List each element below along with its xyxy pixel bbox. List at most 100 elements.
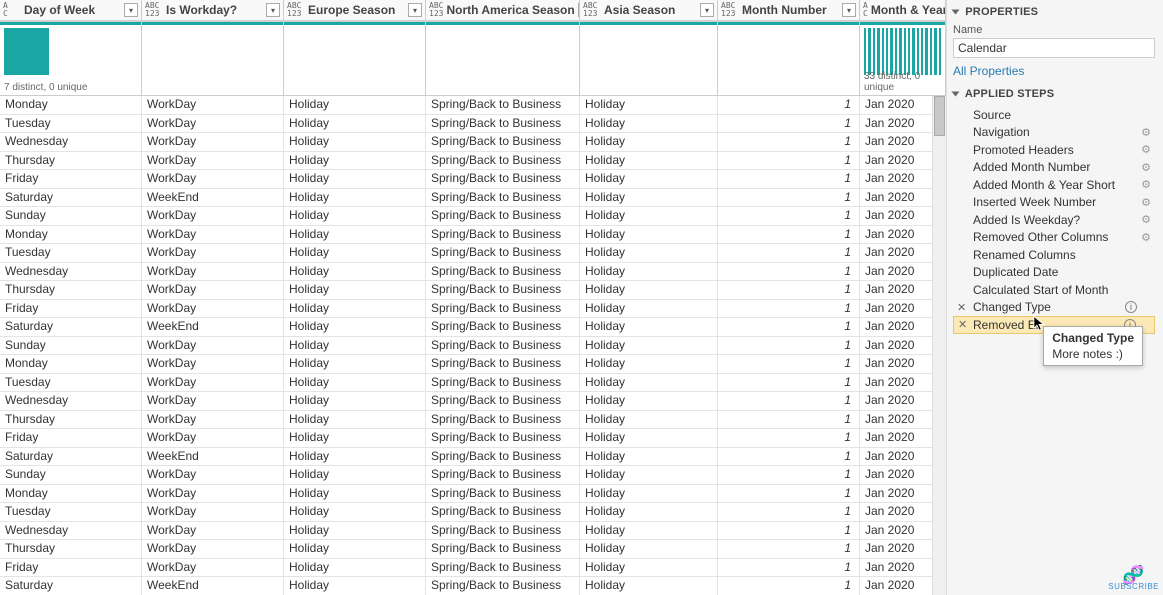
datatype-icon[interactable]: AC [863,2,868,18]
table-cell[interactable]: Tuesday [0,503,142,521]
table-cell[interactable]: Holiday [284,115,426,133]
table-cell[interactable]: Holiday [580,522,718,540]
table-cell[interactable]: Spring/Back to Business [426,189,580,207]
table-cell[interactable]: 1 [718,96,860,114]
datatype-icon[interactable]: ABC123 [429,2,443,18]
table-row[interactable]: SaturdayWeekEndHolidaySpring/Back to Bus… [0,189,946,208]
table-cell[interactable]: Holiday [284,411,426,429]
table-cell[interactable]: Spring/Back to Business [426,96,580,114]
delete-step-icon[interactable]: ✕ [957,301,966,314]
table-cell[interactable]: Holiday [284,170,426,188]
table-cell[interactable]: Spring/Back to Business [426,466,580,484]
table-cell[interactable]: 1 [718,540,860,558]
table-row[interactable]: ThursdayWorkDayHolidaySpring/Back to Bus… [0,411,946,430]
table-cell[interactable]: WorkDay [142,411,284,429]
table-cell[interactable]: Holiday [284,152,426,170]
table-row[interactable]: MondayWorkDayHolidaySpring/Back to Busin… [0,355,946,374]
table-cell[interactable]: 1 [718,577,860,595]
table-cell[interactable]: Sunday [0,207,142,225]
column-header[interactable]: ACMonth & Year▾ [860,0,946,20]
table-cell[interactable]: Holiday [284,559,426,577]
table-cell[interactable]: Spring/Back to Business [426,429,580,447]
table-cell[interactable]: Spring/Back to Business [426,503,580,521]
datatype-icon[interactable]: ABC123 [287,2,305,18]
table-cell[interactable]: WorkDay [142,281,284,299]
table-cell[interactable]: Holiday [580,540,718,558]
table-cell[interactable]: Sunday [0,466,142,484]
table-cell[interactable]: Sunday [0,337,142,355]
table-row[interactable]: ThursdayWorkDayHolidaySpring/Back to Bus… [0,540,946,559]
table-cell[interactable]: WorkDay [142,559,284,577]
table-cell[interactable]: Spring/Back to Business [426,392,580,410]
table-cell[interactable]: Holiday [580,207,718,225]
gear-icon[interactable]: ⚙ [1141,178,1151,191]
table-cell[interactable]: Holiday [580,170,718,188]
table-row[interactable]: SaturdayWeekEndHolidaySpring/Back to Bus… [0,448,946,467]
table-cell[interactable]: 1 [718,244,860,262]
table-cell[interactable]: WorkDay [142,133,284,151]
table-cell[interactable]: Monday [0,485,142,503]
table-cell[interactable]: Holiday [284,318,426,336]
applied-step[interactable]: ✕Inserted Week Number⚙ [953,194,1155,212]
applied-step[interactable]: ✕Promoted Headers⚙ [953,141,1155,159]
applied-step[interactable]: ✕Duplicated Date [953,264,1155,282]
table-cell[interactable]: Holiday [580,263,718,281]
table-cell[interactable]: 1 [718,337,860,355]
table-cell[interactable]: 1 [718,392,860,410]
table-cell[interactable]: 1 [718,189,860,207]
table-cell[interactable]: WorkDay [142,429,284,447]
table-cell[interactable]: Spring/Back to Business [426,337,580,355]
gear-icon[interactable]: ⚙ [1141,213,1151,226]
table-cell[interactable]: Wednesday [0,522,142,540]
table-cell[interactable]: Holiday [284,540,426,558]
table-cell[interactable]: Spring/Back to Business [426,281,580,299]
table-cell[interactable]: Holiday [580,133,718,151]
gear-icon[interactable]: ⚙ [1141,196,1151,209]
properties-header[interactable]: PROPERTIES [953,6,1155,18]
table-cell[interactable]: Spring/Back to Business [426,152,580,170]
filter-dropdown-icon[interactable]: ▾ [124,3,138,17]
table-row[interactable]: TuesdayWorkDayHolidaySpring/Back to Busi… [0,244,946,263]
table-cell[interactable]: Thursday [0,540,142,558]
table-cell[interactable]: WorkDay [142,244,284,262]
applied-step[interactable]: ✕Added Is Weekday?⚙ [953,211,1155,229]
table-cell[interactable]: WeekEnd [142,577,284,595]
table-cell[interactable]: Wednesday [0,392,142,410]
table-cell[interactable]: Holiday [284,485,426,503]
table-row[interactable]: ThursdayWorkDayHolidaySpring/Back to Bus… [0,281,946,300]
table-cell[interactable]: WorkDay [142,355,284,373]
table-cell[interactable]: Spring/Back to Business [426,226,580,244]
info-icon[interactable]: i [1125,301,1137,313]
applied-step[interactable]: ✕Added Month Number⚙ [953,159,1155,177]
table-row[interactable]: SundayWorkDayHolidaySpring/Back to Busin… [0,207,946,226]
table-cell[interactable]: WorkDay [142,300,284,318]
table-cell[interactable]: Holiday [580,318,718,336]
table-cell[interactable]: Wednesday [0,133,142,151]
table-cell[interactable]: WorkDay [142,152,284,170]
table-row[interactable]: SundayWorkDayHolidaySpring/Back to Busin… [0,337,946,356]
table-cell[interactable]: Spring/Back to Business [426,170,580,188]
table-cell[interactable]: Saturday [0,577,142,595]
table-cell[interactable]: Holiday [580,466,718,484]
table-cell[interactable]: WorkDay [142,207,284,225]
table-cell[interactable]: 1 [718,411,860,429]
table-cell[interactable]: 1 [718,355,860,373]
table-cell[interactable]: WeekEnd [142,448,284,466]
datatype-icon[interactable]: AC [3,2,21,18]
table-cell[interactable]: WorkDay [142,466,284,484]
table-cell[interactable]: Holiday [580,485,718,503]
table-cell[interactable]: Spring/Back to Business [426,263,580,281]
table-row[interactable]: WednesdayWorkDayHolidaySpring/Back to Bu… [0,263,946,282]
table-cell[interactable]: WorkDay [142,485,284,503]
table-cell[interactable]: Holiday [580,115,718,133]
filter-dropdown-icon[interactable]: ▾ [842,3,856,17]
table-cell[interactable]: Holiday [284,522,426,540]
table-cell[interactable]: Spring/Back to Business [426,540,580,558]
table-cell[interactable]: WorkDay [142,170,284,188]
table-cell[interactable]: Holiday [580,559,718,577]
gear-icon[interactable]: ⚙ [1141,161,1151,174]
table-cell[interactable]: 1 [718,374,860,392]
table-cell[interactable]: WorkDay [142,96,284,114]
table-cell[interactable]: WorkDay [142,392,284,410]
table-cell[interactable]: Holiday [284,263,426,281]
